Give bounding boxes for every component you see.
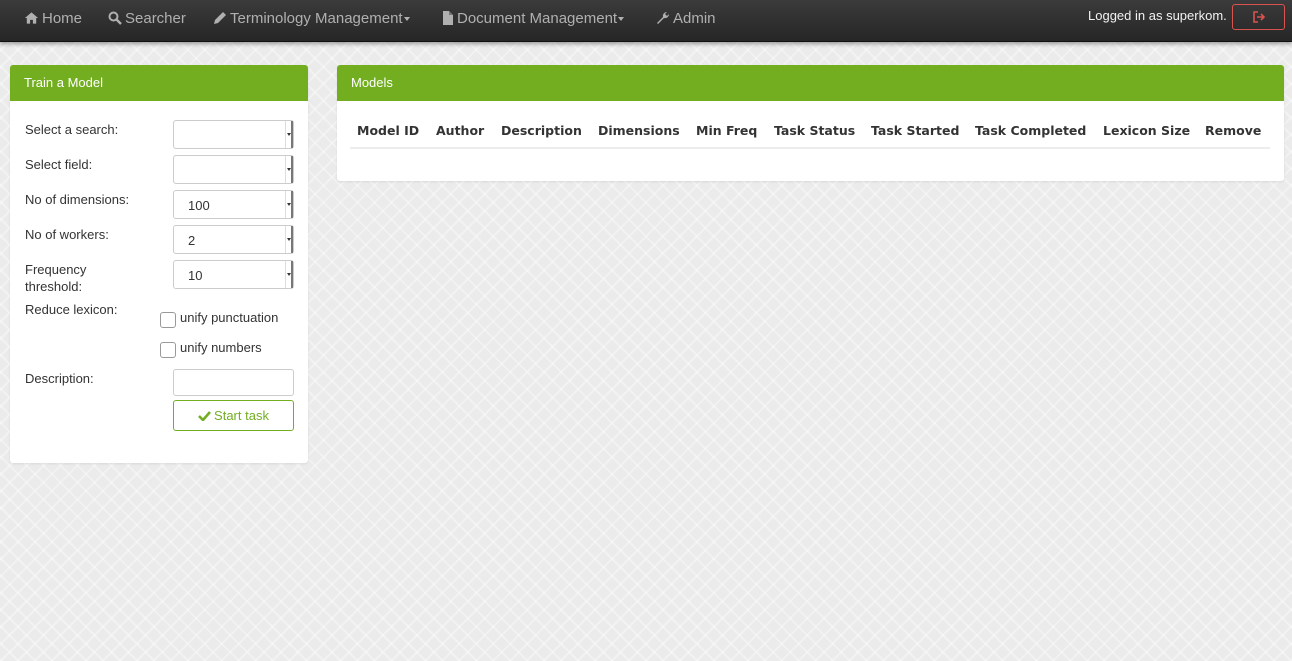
reduce-lexicon-label: Reduce lexicon:: [25, 302, 118, 317]
frequency-select[interactable]: 10: [173, 260, 294, 289]
frequency-label-line2: threshold:: [25, 279, 83, 294]
nav-terminology-label: Terminology Management: [230, 10, 403, 27]
dimensions-select[interactable]: 100: [173, 190, 294, 219]
field-select[interactable]: [173, 155, 294, 184]
field-label: Select field:: [25, 157, 93, 172]
dimensions-value: 100: [188, 198, 210, 213]
workers-value: 2: [188, 233, 196, 248]
home-icon: [24, 12, 39, 24]
logged-in-text: Logged in as superkom.: [1088, 8, 1227, 23]
file-icon: [443, 11, 453, 25]
description-input[interactable]: [173, 369, 294, 396]
column-task-completed[interactable]: Task Completed: [975, 123, 1086, 138]
models-panel: Models Model ID Author Description Dimen…: [337, 65, 1284, 181]
search-select[interactable]: [173, 120, 294, 149]
check-icon: [198, 411, 212, 421]
nav-admin-label: Admin: [673, 10, 716, 27]
column-description[interactable]: Description: [501, 123, 582, 138]
search-icon: [108, 11, 122, 25]
models-panel-title: Models: [337, 65, 1284, 101]
nav-terminology-management[interactable]: Terminology Management: [213, 0, 410, 38]
models-table-header: Model ID Author Description Dimensions M…: [350, 123, 1270, 149]
description-label: Description:: [25, 371, 94, 386]
column-remove[interactable]: Remove: [1205, 123, 1261, 138]
column-author[interactable]: Author: [436, 123, 484, 138]
start-task-label: Start task: [214, 408, 269, 423]
chevron-down-icon: [618, 17, 625, 22]
nav-searcher-label: Searcher: [125, 10, 186, 27]
unify-punctuation-checkbox[interactable]: [160, 312, 176, 328]
frequency-value: 10: [188, 268, 203, 283]
column-model-id[interactable]: Model ID: [357, 123, 419, 138]
nav-home[interactable]: Home: [24, 0, 82, 38]
train-panel-title: Train a Model: [10, 65, 308, 101]
workers-select[interactable]: 2: [173, 225, 294, 254]
chevron-down-icon: [285, 156, 293, 183]
workers-label: No of workers:: [25, 227, 109, 242]
start-task-button[interactable]: Start task: [173, 400, 294, 431]
unify-numbers-checkbox[interactable]: [160, 342, 176, 358]
search-label: Select a search:: [25, 122, 119, 137]
column-task-status[interactable]: Task Status: [774, 123, 855, 138]
pencil-icon: [214, 12, 226, 24]
train-model-panel: Train a Model Select a search: Select fi…: [10, 65, 308, 463]
unify-numbers-label: unify numbers: [180, 340, 262, 355]
column-dimensions[interactable]: Dimensions: [598, 123, 680, 138]
dimensions-label: No of dimensions:: [25, 192, 130, 207]
chevron-down-icon: [285, 191, 293, 218]
unify-numbers-option: unify numbers: [160, 339, 262, 358]
chevron-down-icon: [285, 261, 293, 288]
nav-document-label: Document Management: [457, 10, 618, 27]
frequency-label-line1: Frequency: [25, 262, 87, 277]
nav-admin[interactable]: Admin: [656, 0, 716, 38]
column-task-started[interactable]: Task Started: [871, 123, 959, 138]
frequency-label: Frequency threshold:: [25, 261, 86, 295]
unify-punctuation-label: unify punctuation: [180, 310, 279, 325]
unify-punctuation-option: unify punctuation: [160, 309, 279, 328]
nav-home-label: Home: [42, 10, 83, 27]
logout-button[interactable]: [1232, 4, 1285, 30]
top-navbar: Home Searcher Terminology Management Doc…: [0, 0, 1292, 42]
column-lexicon-size[interactable]: Lexicon Size: [1103, 123, 1190, 138]
nav-searcher[interactable]: Searcher: [108, 0, 186, 38]
nav-document-management[interactable]: Document Management: [442, 0, 625, 38]
chevron-down-icon: [285, 226, 293, 253]
column-min-freq[interactable]: Min Freq: [696, 123, 757, 138]
chevron-down-icon: [285, 121, 293, 148]
sign-out-icon: [1252, 11, 1265, 23]
wrench-icon: [657, 11, 670, 24]
chevron-down-icon: [403, 17, 410, 22]
